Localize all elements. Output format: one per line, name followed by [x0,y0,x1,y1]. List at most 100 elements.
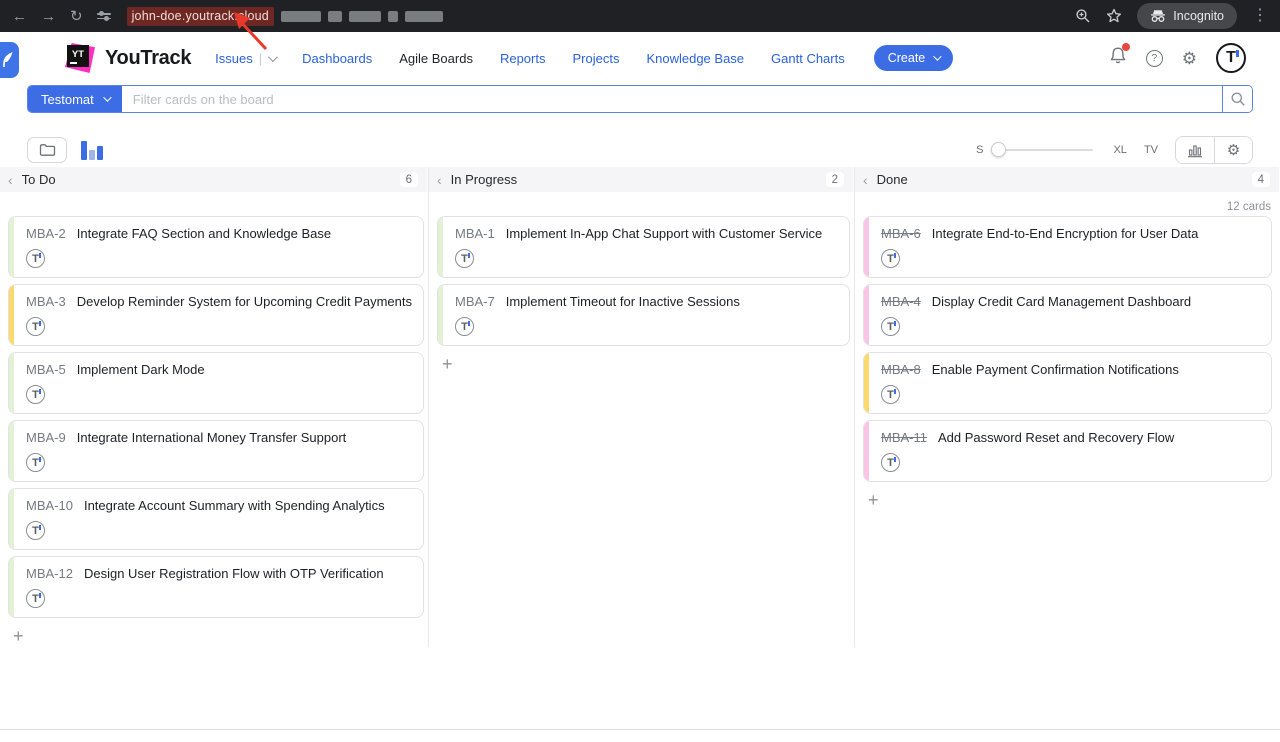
issue-id: MBA-11 [881,430,927,445]
issue-card[interactable]: MBA-2Integrate FAQ Section and Knowledge… [8,216,424,278]
kanban-board: ‹ To Do 6 MBA-2Integrate FAQ Section and… [0,167,1280,647]
issue-card[interactable]: MBA-9Integrate International Money Trans… [8,420,424,482]
issue-card[interactable]: MBA-8Enable Payment Confirmation Notific… [863,352,1272,414]
project-avatar[interactable]: T [455,249,474,268]
column-todo: ‹ To Do 6 MBA-2Integrate FAQ Section and… [0,167,429,647]
issue-card[interactable]: MBA-10Integrate Account Summary with Spe… [8,488,424,550]
project-avatar[interactable]: T [26,385,45,404]
search-button[interactable] [1222,86,1252,112]
url-text[interactable]: john-doe.youtrack.cloud [127,7,274,26]
issue-title: Integrate End-to-End Encryption for User… [932,226,1199,241]
folder-icon [39,143,56,157]
issue-title: Add Password Reset and Recovery Flow [938,430,1174,445]
card-color-stripe [864,421,869,481]
address-bar[interactable]: john-doe.youtrack.cloud [125,7,1062,26]
card-color-stripe [9,353,14,413]
youtrack-logo[interactable]: YT YouTrack [64,42,191,74]
project-avatar[interactable]: T [881,385,900,404]
issue-title: Implement Dark Mode [77,362,205,377]
issue-title: Integrate International Money Transfer S… [77,430,347,445]
chart-view-icon[interactable] [81,141,103,160]
collapse-column-icon[interactable]: ‹ [437,173,442,187]
chevron-down-icon[interactable] [268,52,278,62]
column-count-badge: 2 [826,172,844,187]
project-avatar[interactable]: T [26,453,45,472]
project-avatar[interactable]: T [881,317,900,336]
card-color-stripe [9,285,14,345]
collapse-column-icon[interactable]: ‹ [8,173,13,187]
project-avatar[interactable]: T [881,453,900,472]
card-color-stripe [9,421,14,481]
collapse-column-icon[interactable]: ‹ [863,173,868,187]
column-in-progress: ‹ In Progress 2 MBA-1Implement In-App Ch… [429,167,855,647]
project-avatar[interactable]: T [26,589,45,608]
notifications-bell-icon[interactable] [1109,46,1127,70]
add-card-button[interactable]: + [866,489,881,511]
issue-card[interactable]: MBA-11 Add Password Reset and Recovery Fl… [863,420,1272,482]
issue-card[interactable]: MBA-12Design User Registration Flow with… [8,556,424,618]
chart-report-button[interactable] [1176,137,1214,163]
total-cards-label: 12 cards [1227,201,1271,213]
page-bottom-divider [0,729,1280,730]
back-icon[interactable]: ← [12,9,27,24]
extension-feather-icon[interactable] [0,42,19,78]
nav-item-projects[interactable]: Projects [572,51,619,66]
user-avatar[interactable]: T [1216,43,1246,73]
card-color-stripe [864,353,869,413]
issue-title: Develop Reminder System for Upcoming Cre… [77,294,412,309]
project-avatar[interactable]: T [26,521,45,540]
nav-item-knowledge-base[interactable]: Knowledge Base [646,51,744,66]
filter-cards-input[interactable] [122,86,1222,112]
add-card-button[interactable]: + [440,353,455,375]
histogram-icon [1187,143,1203,158]
card-color-stripe [438,217,443,277]
nav-item-gantt-charts[interactable]: Gantt Charts [771,51,845,66]
project-avatar[interactable]: T [881,249,900,268]
project-avatar[interactable]: T [26,317,45,336]
browser-toolbar: ← → ↻ john-doe.youtrack.cloud [0,0,1280,32]
issue-card[interactable]: MBA-7Implement Timeout for Inactive Sess… [437,284,850,346]
card-size-slider[interactable] [993,149,1093,151]
nav-item-issues[interactable]: Issues | [215,51,275,66]
issue-card[interactable]: MBA-1Implement In-App Chat Support with … [437,216,850,278]
issue-card[interactable]: MBA-5 Implement Dark Mode T [8,352,424,414]
nav-item-dashboards[interactable]: Dashboards [302,51,372,66]
project-avatar[interactable]: T [455,317,474,336]
settings-gear-icon[interactable]: ⚙ [1182,50,1197,67]
board-selector-button[interactable]: Testomat [28,86,122,112]
issue-id: MBA-5 [26,362,66,377]
column-title: In Progress [451,172,517,187]
help-icon[interactable]: ? [1146,50,1163,67]
add-card-button[interactable]: + [11,625,26,647]
issue-title: Enable Payment Confirmation Notification… [932,362,1179,377]
url-redacted-segment [405,11,443,22]
issue-card[interactable]: MBA-6 Integrate End-to-End Encryption for… [863,216,1272,278]
create-button[interactable]: Create [874,45,954,71]
bookmark-star-icon[interactable] [1106,8,1122,24]
nav-item-reports[interactable]: Reports [500,51,546,66]
slider-knob[interactable] [991,142,1006,157]
reload-icon[interactable]: ↻ [70,9,83,24]
issue-title: Implement Timeout for Inactive Sessions [506,294,740,309]
issue-id: MBA-4 [881,294,921,309]
chevron-down-icon [103,93,111,101]
forward-icon[interactable]: → [41,9,56,24]
project-avatar[interactable]: T [26,249,45,268]
card-color-stripe [9,557,14,617]
site-info-icon[interactable] [97,13,111,19]
zoom-icon[interactable] [1075,8,1091,24]
board-settings-button[interactable]: ⚙ [1214,137,1252,163]
browser-menu-icon[interactable]: ⋮ [1252,8,1268,24]
gear-icon: ⚙ [1227,143,1240,158]
issue-id: MBA-10 [26,498,73,513]
issue-card[interactable]: MBA-4Display Credit Card Management Dash… [863,284,1272,346]
column-done: ‹ Done 4 12 cards MBA-6Integrate End-to-… [855,167,1280,647]
projects-folder-button[interactable] [27,137,67,163]
issue-card[interactable]: MBA-3 Develop Reminder System for Upcomin… [8,284,424,346]
tv-mode-button[interactable]: TV [1144,144,1158,156]
issue-id: MBA-6 [881,226,921,241]
column-title: Done [877,172,908,187]
issue-id: MBA-3 [26,294,66,309]
column-title: To Do [22,172,56,187]
nav-item-agile-boards[interactable]: Agile Boards [399,51,473,66]
